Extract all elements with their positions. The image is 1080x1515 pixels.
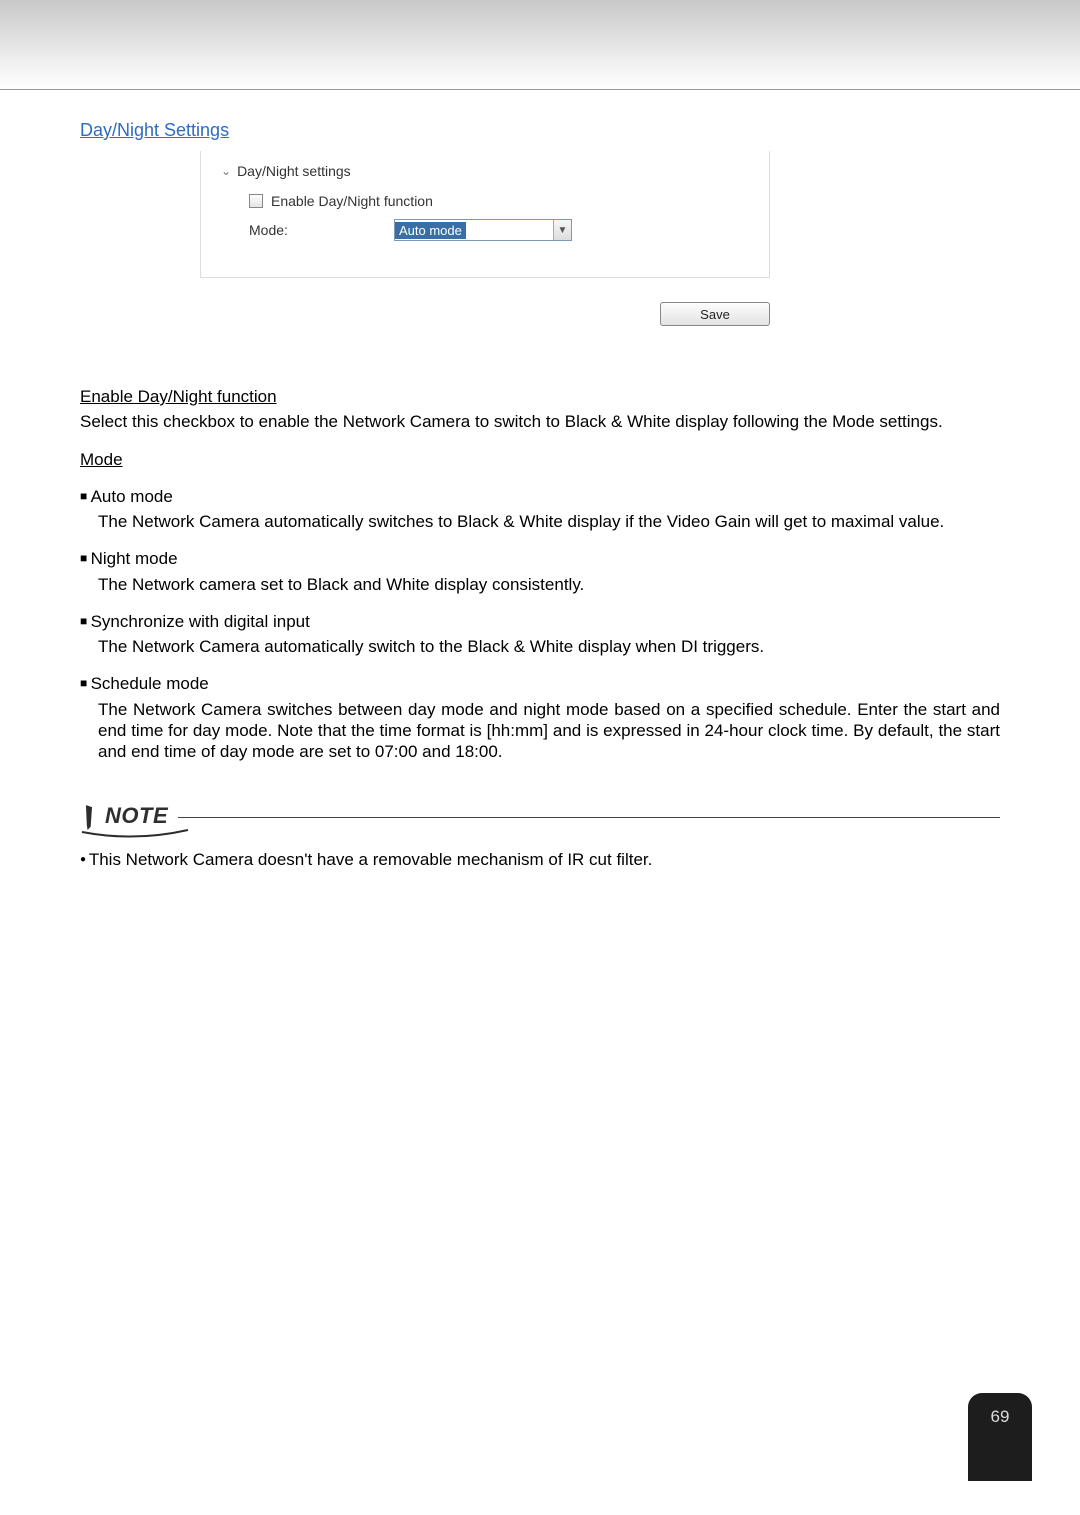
enable-function-heading: Enable Day/Night function — [80, 387, 277, 406]
note-divider — [178, 817, 1000, 819]
enable-day-night-label: Enable Day/Night function — [271, 193, 433, 209]
mode-auto-title: Auto mode — [80, 486, 1000, 507]
mode-sync-title: Synchronize with digital input — [80, 611, 1000, 632]
mode-schedule-desc: The Network Camera switches between day … — [98, 699, 1000, 763]
panel-header-label: Day/Night settings — [237, 163, 351, 179]
note-underline-swoosh — [80, 828, 1000, 842]
mode-heading: Mode — [80, 450, 123, 469]
page-number-tab: 69 — [968, 1393, 1032, 1481]
enable-day-night-checkbox[interactable] — [249, 194, 263, 208]
day-night-settings-panel: ⌄ Day/Night settings Enable Day/Night fu… — [200, 151, 770, 278]
mode-auto-desc: The Network Camera automatically switche… — [98, 511, 1000, 532]
mode-select-value: Auto mode — [395, 222, 466, 239]
save-button[interactable]: Save — [660, 302, 770, 326]
chevron-down-icon: ▼ — [553, 220, 571, 240]
page-header-gradient — [0, 0, 1080, 90]
section-title: Day/Night Settings — [80, 120, 1000, 141]
mode-schedule-title: Schedule mode — [80, 673, 1000, 694]
mode-night-desc: The Network camera set to Black and Whit… — [98, 574, 1000, 595]
mode-sync-desc: The Network Camera automatically switch … — [98, 636, 1000, 657]
collapse-chevron-icon[interactable]: ⌄ — [221, 164, 231, 178]
mode-night-title: Night mode — [80, 548, 1000, 569]
enable-function-description: Select this checkbox to enable the Netwo… — [80, 411, 1000, 432]
mode-label: Mode: — [249, 222, 394, 238]
documentation-body: Enable Day/Night function Select this ch… — [80, 386, 1000, 762]
page-number: 69 — [991, 1407, 1010, 1427]
note-heading: NOTE — [105, 803, 168, 829]
mode-select[interactable]: Auto mode ▼ — [394, 219, 572, 241]
note-body-text: This Network Camera doesn't have a remov… — [80, 850, 1000, 870]
